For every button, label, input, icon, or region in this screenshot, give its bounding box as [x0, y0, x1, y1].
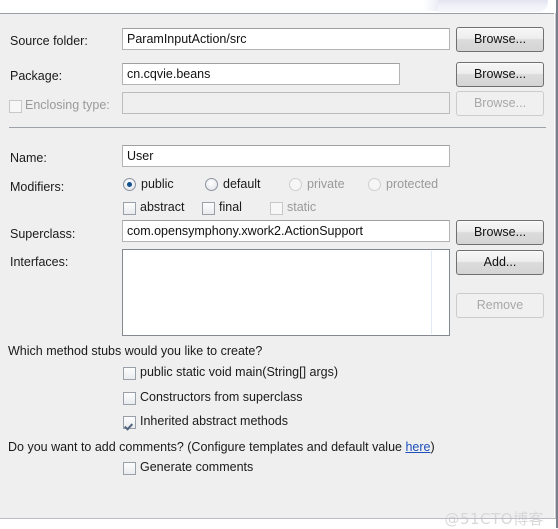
interfaces-remove-button: Remove — [456, 293, 544, 318]
modifier-radio-public-label: public — [141, 177, 174, 191]
modifier-radio-protected-label: protected — [386, 177, 439, 191]
interfaces-listbox[interactable] — [122, 249, 450, 336]
modifier-radio-default-label: default — [223, 177, 261, 191]
interfaces-scrollbar[interactable] — [431, 251, 432, 334]
method-stub-checkbox-constructors-label: Constructors from superclass — [140, 390, 303, 404]
modifier-radio-protected — [368, 178, 381, 191]
package-label: Package: — [10, 69, 63, 83]
modifier-checkbox-static-label: static — [287, 200, 317, 214]
configure-templates-link[interactable]: here — [405, 440, 430, 454]
method-stub-checkbox-inherited[interactable] — [123, 416, 136, 429]
method-stubs-question: Which method stubs would you like to cre… — [8, 344, 263, 358]
interfaces-add-button[interactable]: Add... — [456, 250, 544, 275]
window-right-border-inner — [555, 13, 556, 518]
modifier-checkbox-abstract[interactable] — [123, 202, 136, 215]
method-stub-checkbox-main-label: public static void main(String[] args) — [140, 365, 338, 379]
name-label: Name: — [10, 151, 47, 165]
source-folder-browse-button[interactable]: Browse... — [456, 27, 544, 52]
modifier-checkbox-abstract-label: abstract — [140, 200, 185, 214]
interfaces-label: Interfaces: — [10, 255, 69, 269]
name-input[interactable]: User — [122, 145, 450, 167]
method-stub-checkbox-constructors[interactable] — [123, 392, 136, 405]
modifier-checkbox-final[interactable] — [202, 202, 215, 215]
generate-comments-checkbox[interactable] — [123, 462, 136, 475]
enclosing-type-checkbox[interactable] — [9, 100, 22, 113]
window-tab-glow-edge — [424, 0, 438, 11]
source-folder-input[interactable]: ParamInputAction/src — [122, 28, 450, 50]
dialog-bottom-separator — [0, 518, 556, 519]
generate-comments-label: Generate comments — [140, 460, 254, 474]
modifier-radio-private — [289, 178, 302, 191]
enclosing-type-browse-button: Browse... — [456, 91, 544, 116]
method-stub-checkbox-inherited-label: Inherited abstract methods — [140, 414, 288, 428]
method-stub-checkbox-main[interactable] — [123, 367, 136, 380]
dialog-body: Source folder: ParamInputAction/src Brow… — [0, 13, 554, 528]
modifier-radio-private-label: private — [307, 177, 345, 191]
superclass-input[interactable]: com.opensymphony.xwork2.ActionSupport — [122, 220, 450, 242]
comments-question: Do you want to add comments? (Configure … — [8, 439, 435, 455]
package-input[interactable]: cn.cqvie.beans — [122, 63, 400, 85]
new-java-class-dialog: Source folder: ParamInputAction/src Brow… — [0, 0, 558, 528]
comments-question-suffix: ) — [430, 440, 435, 454]
superclass-label: Superclass: — [10, 227, 76, 241]
modifier-checkbox-static — [270, 202, 283, 215]
enclosing-type-label: Enclosing type: — [25, 98, 110, 112]
superclass-browse-button[interactable]: Browse... — [456, 220, 544, 245]
modifier-radio-default[interactable] — [205, 178, 218, 191]
enclosing-type-input[interactable] — [122, 92, 450, 114]
window-tab-glow-decoration — [430, 0, 548, 12]
comments-question-prefix: Do you want to add comments? (Configure … — [8, 440, 406, 454]
modifier-checkbox-final-label: final — [219, 200, 242, 214]
section-separator-top — [9, 127, 546, 128]
modifiers-label: Modifiers: — [10, 180, 65, 194]
modifier-radio-public[interactable] — [123, 178, 136, 191]
package-browse-button[interactable]: Browse... — [456, 62, 544, 87]
source-folder-label: Source folder: — [10, 34, 88, 48]
